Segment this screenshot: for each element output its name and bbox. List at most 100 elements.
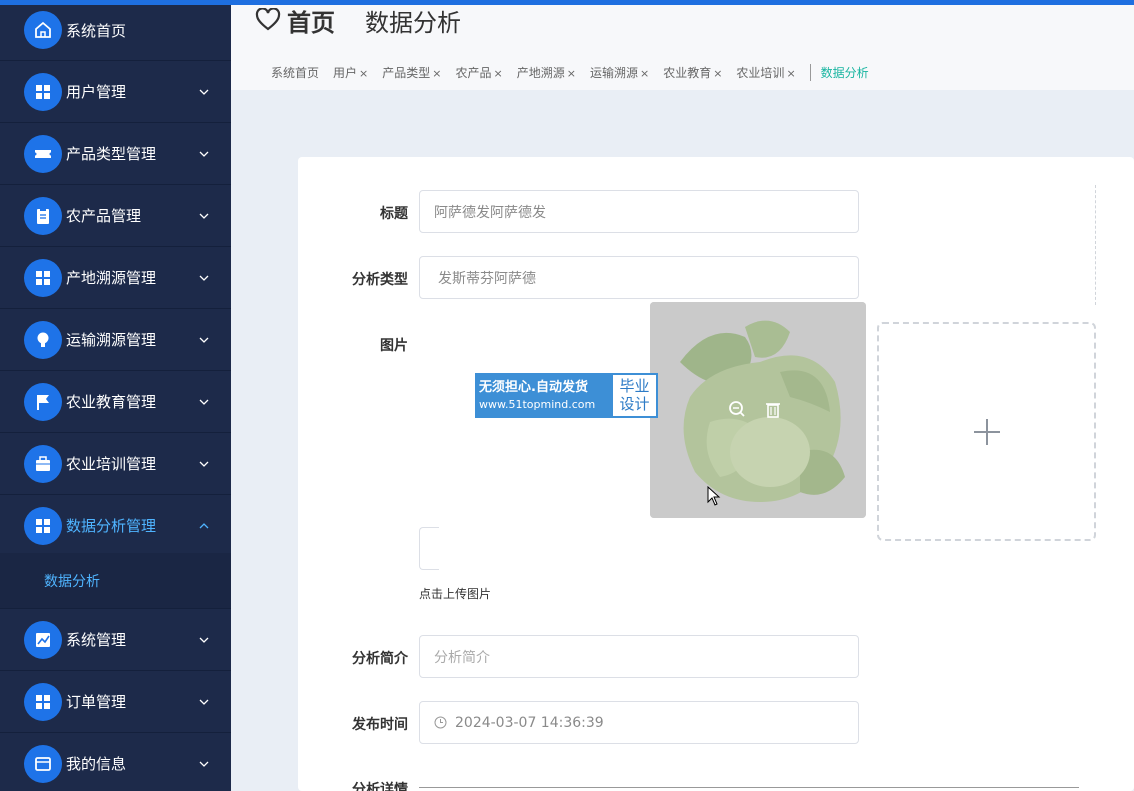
tab-transport-trace[interactable]: 运输溯源 × xyxy=(590,64,649,81)
close-icon[interactable]: × xyxy=(359,67,368,80)
watermark-banner: 无须担心.自动发货 www.51topmind.com 毕业设计 xyxy=(475,373,658,418)
sidebar-item-transport-trace[interactable]: 运输溯源管理 xyxy=(0,309,231,371)
divider xyxy=(1095,185,1096,305)
chevron-down-icon xyxy=(199,461,209,467)
tab-label: 数据分析 xyxy=(820,65,869,80)
image-upload-area[interactable] xyxy=(877,322,1096,541)
tab-label: 农业教育 xyxy=(663,65,712,80)
chevron-down-icon xyxy=(199,699,209,705)
watermark-text: 无须担心.自动发货 www.51topmind.com xyxy=(475,373,611,418)
chevron-down-icon xyxy=(199,337,209,343)
tab-bar: 系统首页 用户 × 产品类型 × 农产品 × 产地溯源 × 运输溯源 × 农业教育 × 农业… xyxy=(271,61,883,83)
tab-users[interactable]: 用户 × xyxy=(333,64,368,81)
submenu-item-data-analysis[interactable]: 数据分析 xyxy=(0,553,231,609)
tab-label: 用户 xyxy=(333,65,358,80)
title-input-value: 阿萨德发阿萨德发 xyxy=(434,204,546,221)
chevron-down-icon xyxy=(199,151,209,157)
summary-input[interactable]: 分析简介 xyxy=(419,635,859,678)
chevron-down-icon xyxy=(199,399,209,405)
publish-time-picker[interactable]: 2024-03-07 14:36:39 xyxy=(419,701,859,744)
analysis-type-input[interactable]: 发斯蒂芬阿萨德 xyxy=(419,256,859,299)
sidebar-item-home[interactable]: 系统首页 xyxy=(0,0,231,61)
sidebar: 系统首页 用户管理 产品类型管理 农产品管理 产地溯源管理 运输溯源管理 农业教… xyxy=(0,0,231,791)
sidebar-item-label: 用户管理 xyxy=(66,83,127,101)
preview-icon[interactable] xyxy=(728,400,746,418)
publish-time-value: 2024-03-07 14:36:39 xyxy=(455,714,604,731)
tab-label: 农业培训 xyxy=(736,65,785,80)
watermark-line2: www.51topmind.com xyxy=(479,398,596,411)
sidebar-item-origin-trace[interactable]: 产地溯源管理 xyxy=(0,247,231,309)
top-accent-bar xyxy=(0,0,1134,5)
summary-label: 分析简介 xyxy=(352,651,408,667)
tab-label: 农产品 xyxy=(455,65,492,80)
submenu-item-label: 数据分析 xyxy=(44,573,100,590)
image-path-input[interactable] xyxy=(419,527,439,570)
sidebar-item-label: 订单管理 xyxy=(66,693,127,711)
card-icon xyxy=(24,744,62,783)
sidebar-item-my-info[interactable]: 我的信息 xyxy=(0,733,231,791)
chevron-down-icon xyxy=(199,637,209,643)
chevron-down-icon xyxy=(199,761,209,767)
home-icon xyxy=(24,11,62,49)
detail-label: 分析详情 xyxy=(352,782,408,791)
sidebar-item-label: 系统管理 xyxy=(66,631,127,649)
sidebar-item-data-analysis[interactable]: 数据分析管理 xyxy=(0,495,231,557)
watermark-badge: 毕业设计 xyxy=(611,373,658,418)
close-icon[interactable]: × xyxy=(640,67,649,80)
analysis-type-value: 发斯蒂芬阿萨德 xyxy=(438,270,536,287)
chevron-up-icon xyxy=(199,522,209,528)
tab-education[interactable]: 农业教育 × xyxy=(663,64,722,81)
tab-data-analysis[interactable]: 数据分析 xyxy=(809,63,869,81)
sidebar-item-label: 运输溯源管理 xyxy=(66,331,157,349)
grid-icon xyxy=(24,506,62,545)
chart-icon xyxy=(24,620,62,659)
sidebar-item-system[interactable]: 系统管理 xyxy=(0,609,231,671)
tab-label: 运输溯源 xyxy=(589,65,638,80)
sidebar-item-education[interactable]: 农业教育管理 xyxy=(0,371,231,433)
upload-tip: 点击上传图片 xyxy=(419,587,492,601)
tab-origin-trace[interactable]: 产地溯源 × xyxy=(517,64,576,81)
tab-product-types[interactable]: 产品类型 × xyxy=(382,64,441,81)
sidebar-item-label: 农业教育管理 xyxy=(66,393,157,411)
tab-home[interactable]: 系统首页 xyxy=(271,64,319,81)
close-icon[interactable]: × xyxy=(494,67,503,80)
grid-icon xyxy=(24,258,62,297)
image-label: 图片 xyxy=(380,338,408,354)
sidebar-item-users[interactable]: 用户管理 xyxy=(0,61,231,123)
publish-time-label: 发布时间 xyxy=(352,717,408,733)
close-icon[interactable]: × xyxy=(713,67,722,80)
sidebar-item-training[interactable]: 农业培训管理 xyxy=(0,433,231,495)
sidebar-item-orders[interactable]: 订单管理 xyxy=(0,671,231,733)
bulb-icon xyxy=(24,320,62,359)
watermark-line1: 无须担心.自动发货 xyxy=(479,380,588,395)
close-icon[interactable]: × xyxy=(567,67,576,80)
sidebar-item-products[interactable]: 农产品管理 xyxy=(0,185,231,247)
tab-label: 产品类型 xyxy=(382,65,431,80)
clock-icon xyxy=(434,716,447,729)
breadcrumb-home[interactable]: 首页 xyxy=(287,3,335,38)
flag-icon xyxy=(24,382,62,421)
sidebar-item-label: 农业培训管理 xyxy=(66,455,157,473)
heart-icon xyxy=(255,8,281,31)
tab-training[interactable]: 农业培训 × xyxy=(736,64,795,81)
chevron-down-icon xyxy=(199,275,209,281)
grid-icon xyxy=(24,72,62,111)
title-input[interactable]: 阿萨德发阿萨德发 xyxy=(419,190,859,233)
close-icon[interactable]: × xyxy=(432,67,441,80)
tab-label: 产地溯源 xyxy=(516,65,565,80)
plus-icon xyxy=(973,418,1000,445)
tab-products[interactable]: 农产品 × xyxy=(455,64,502,81)
clipboard-icon xyxy=(24,196,62,235)
analysis-type-label: 分析类型 xyxy=(352,272,408,288)
sidebar-item-label: 农产品管理 xyxy=(66,207,142,225)
sidebar-item-product-types[interactable]: 产品类型管理 xyxy=(0,123,231,185)
ticket-icon xyxy=(24,134,62,173)
sidebar-item-label: 系统首页 xyxy=(66,21,127,40)
close-icon[interactable]: × xyxy=(786,67,795,80)
sidebar-item-label: 数据分析管理 xyxy=(66,517,157,535)
detail-editor[interactable] xyxy=(419,787,1079,791)
sidebar-item-label: 产品类型管理 xyxy=(66,145,157,163)
chevron-down-icon xyxy=(199,213,209,219)
sidebar-item-label: 我的信息 xyxy=(66,755,127,773)
delete-icon[interactable] xyxy=(764,400,782,418)
